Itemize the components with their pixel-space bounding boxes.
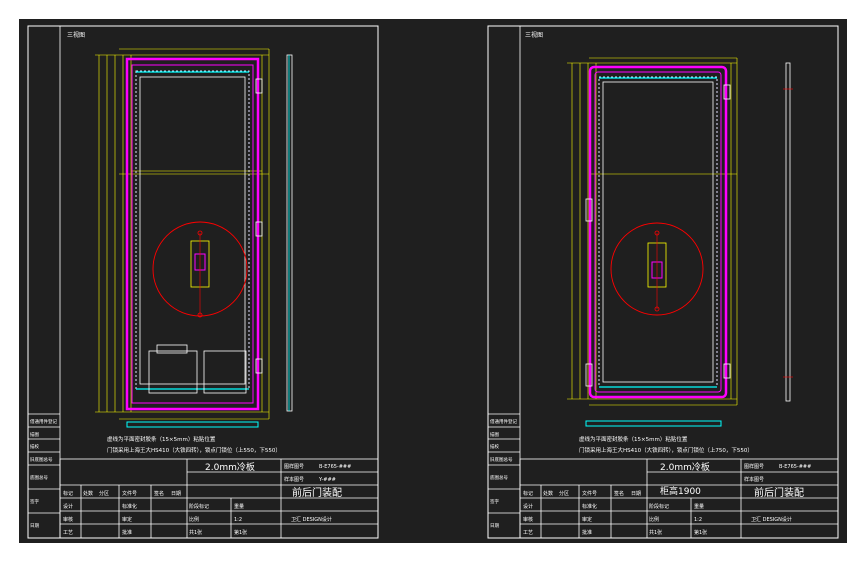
scale-label: 比例 [189, 516, 199, 523]
sheet-no: 第1张 [234, 529, 247, 536]
sign-label: 签名 [154, 490, 164, 497]
left-label-3: 旧底图总号 [30, 456, 53, 463]
left-label-3: 旧底图总号 [490, 456, 513, 463]
stage-label: 阶段标记 [649, 503, 669, 510]
weight-label: 重量 [234, 503, 244, 510]
left-label-4: 底图总号 [490, 474, 508, 481]
view-label: 三视图 [67, 31, 85, 39]
company-label: 卫汇 DESIGN设计 [291, 516, 332, 523]
zone-label: 分区 [559, 490, 569, 497]
sign-label: 签名 [614, 490, 624, 497]
dimension-lines [95, 48, 270, 420]
material-label: 2.0mm冷板 [205, 461, 255, 473]
scale-value: 1:2 [234, 517, 242, 523]
drawing-sheet-2: 三视图 虚线为平面密封胶条（15×5mm）粘贴位置 门锁采用上海王大HS410（… [487, 25, 839, 539]
sample-label: 样本图号 [284, 476, 304, 483]
designer-label: 设计 [63, 503, 73, 510]
left-label-0: 借通用件登记 [490, 418, 517, 425]
left-label-5: 签字 [30, 498, 39, 505]
side-view [286, 54, 293, 412]
drawing-no-label: 图样图号 [284, 463, 304, 470]
material-label: 2.0mm冷板 [660, 461, 710, 473]
seal-line [598, 76, 718, 388]
sample-value: Y-### [318, 477, 336, 483]
drawing-no: B-E765-### [779, 464, 811, 470]
approve-label: 审核 [523, 516, 533, 523]
bottom-plate [126, 421, 259, 428]
cabinet-height-label: 柜高1900 [660, 485, 701, 497]
left-label-0: 借通用件登记 [30, 418, 57, 425]
left-label-2: 描校 [490, 443, 499, 450]
note-line-1: 虚线为平面密封胶条（15×5mm）粘贴位置 [107, 435, 216, 443]
process-label: 工艺 [63, 530, 73, 536]
drawing-title: 前后门装配 [292, 486, 342, 499]
approve-label: 审核 [63, 516, 73, 523]
zone-label: 分区 [99, 490, 109, 497]
left-label-2: 描校 [30, 443, 39, 450]
note-line-2: 门锁采用上海王大HS410（大铁四转），锁点门锁位（上750，下550） [579, 446, 753, 454]
mark-label: 标记 [63, 490, 73, 497]
left-label-1: 描图 [30, 431, 39, 438]
sheets-total: 共1张 [649, 529, 662, 536]
view-label: 三视图 [525, 31, 543, 39]
approve2-label: 批准 [122, 529, 132, 536]
drawing-viewport[interactable]: 三视图 虚线为平面密封胶条（15×5mm）粘贴位置 门锁采用上海王大HS410（… [19, 19, 847, 543]
bottom-plate [585, 420, 722, 427]
sample-label: 样本图号 [744, 476, 764, 483]
process-label: 工艺 [523, 530, 533, 536]
left-label-1: 描图 [490, 431, 499, 438]
count-label: 处数 [83, 490, 93, 497]
date-label: 日期 [171, 491, 181, 497]
designer-label: 设计 [523, 503, 533, 510]
left-label-5: 签字 [490, 498, 499, 505]
weight-label: 重量 [694, 503, 704, 510]
left-label-6: 日期 [30, 523, 39, 529]
drawing-no: B-E765-### [319, 464, 351, 470]
sheets-total: 共1张 [189, 529, 202, 536]
check-label: 审定 [582, 516, 592, 523]
stage-label: 阶段标记 [189, 503, 209, 510]
drawing-no-label: 图样图号 [744, 463, 764, 470]
std-label: 标准化 [122, 503, 137, 510]
sheet-border [27, 25, 379, 539]
note-line-1: 虚线为平面密封胶条（15×5mm）粘贴位置 [579, 435, 688, 443]
side-view [785, 62, 791, 402]
std-label: 标准化 [582, 503, 597, 510]
drawing-title: 前后门装配 [754, 486, 804, 499]
left-label-4: 底图总号 [30, 474, 48, 481]
date-label: 日期 [631, 491, 641, 497]
sheet-no: 第1张 [694, 529, 707, 536]
dimension-lines [567, 57, 738, 406]
cad-canvas[interactable]: 三视图 虚线为平面密封胶条（15×5mm）粘贴位置 门锁采用上海王大HS410（… [19, 19, 847, 543]
doc-no-label: 文件号 [122, 490, 137, 497]
company-label: 卫汇 DESIGN设计 [751, 516, 792, 523]
seal-line [135, 70, 250, 390]
approve2-label: 批准 [582, 529, 592, 536]
door-outline [125, 57, 260, 411]
doc-no-label: 文件号 [582, 490, 597, 497]
note-line-2: 门锁采用上海王大HS410（大铁四转），锁点门锁位（上550，下550） [107, 446, 281, 454]
left-label-6: 日期 [490, 523, 499, 529]
scale-label: 比例 [649, 516, 659, 523]
sheet-border [487, 25, 839, 539]
mark-label: 标记 [523, 490, 533, 497]
count-label: 处数 [543, 490, 553, 497]
check-label: 审定 [122, 516, 132, 523]
scale-value: 1:2 [694, 517, 702, 523]
drawing-sheet-1: 三视图 虚线为平面密封胶条（15×5mm）粘贴位置 门锁采用上海王大HS410（… [27, 25, 379, 539]
door-outline [588, 65, 728, 399]
